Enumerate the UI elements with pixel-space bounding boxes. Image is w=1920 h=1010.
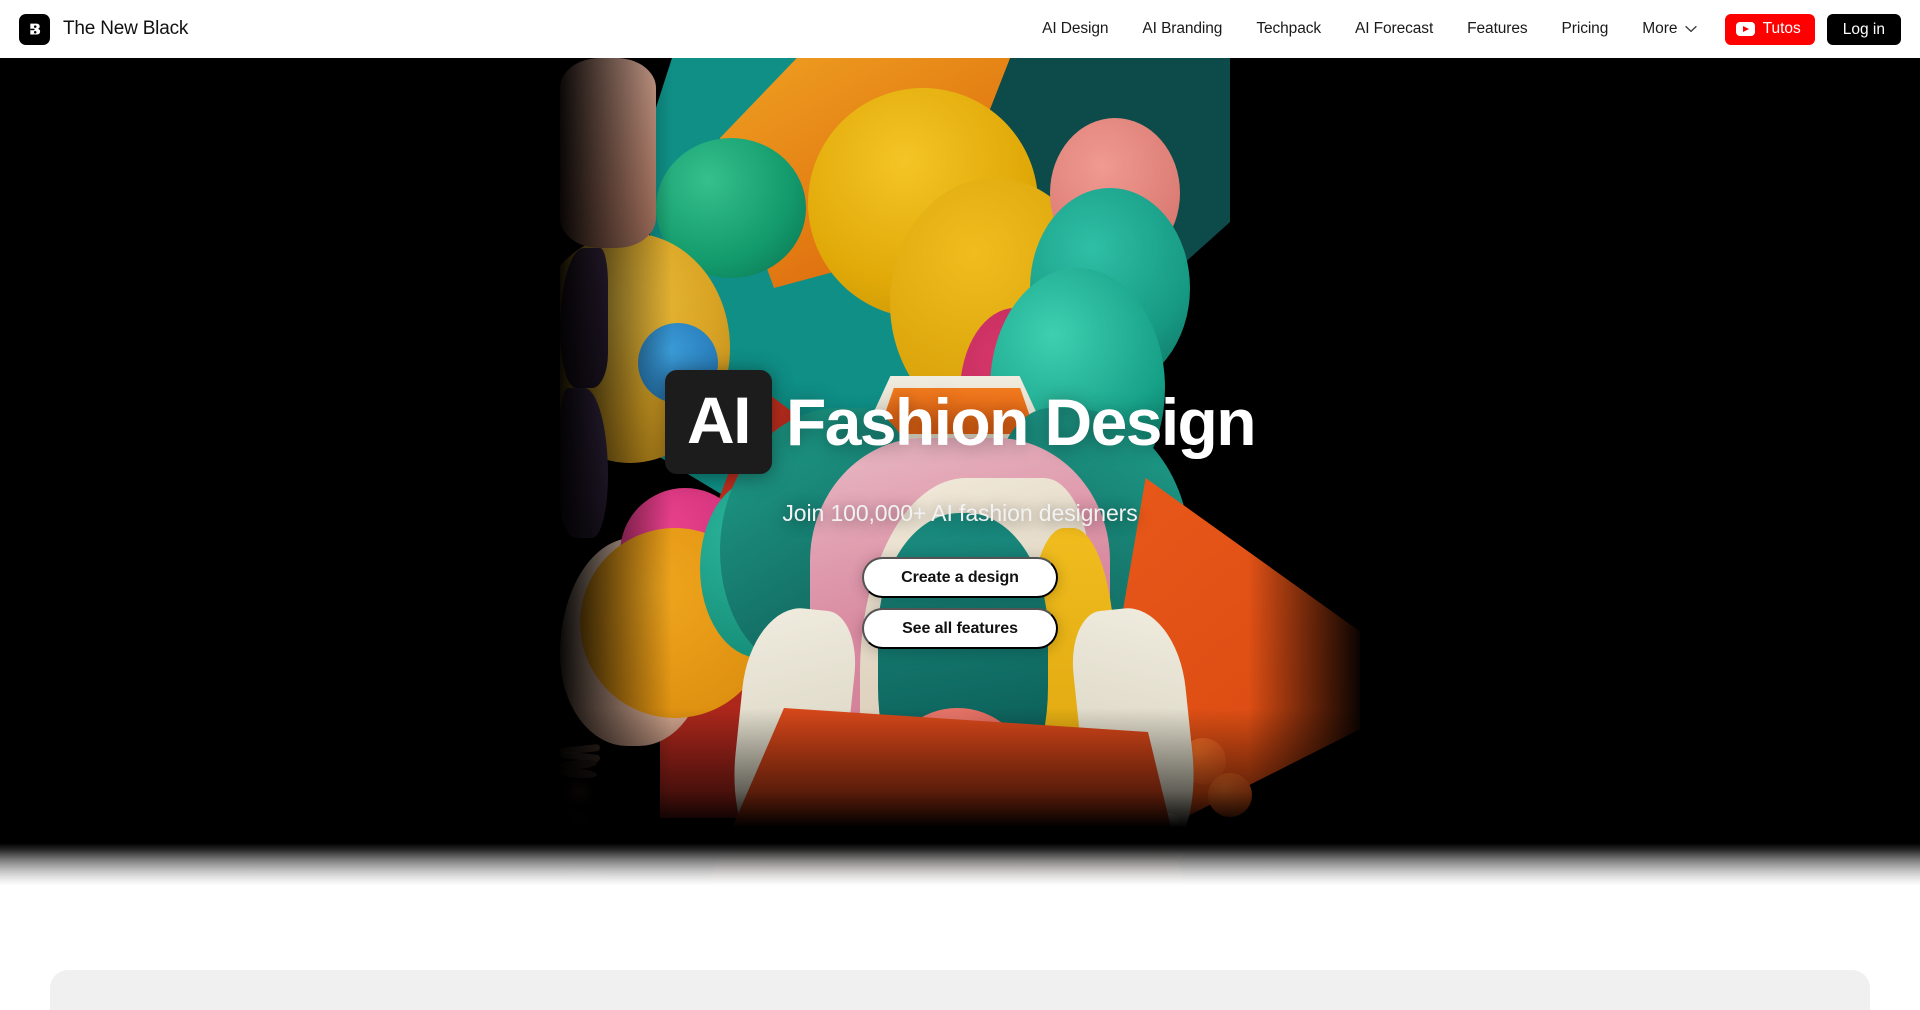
site-header: The New Black AI Design AI Branding Tech… [0,0,1920,58]
next-section-panel [50,970,1870,1010]
chevron-down-icon [1684,25,1697,33]
nav-item-more[interactable]: More [1625,14,1710,44]
hero-headline-text: Fashion Design [786,385,1257,459]
tutos-button-label: Tutos [1762,20,1801,37]
nav-item-techpack[interactable]: Techpack [1239,14,1338,44]
the-new-black-logo-icon [19,13,50,45]
below-hero-section [0,938,1920,1010]
login-button[interactable]: Log in [1826,13,1901,45]
nav-item-ai-branding[interactable]: AI Branding [1125,14,1239,44]
nav-more-label: More [1642,20,1678,37]
hero-headline-badge: AI [665,370,772,474]
create-a-design-button[interactable]: Create a design [862,557,1058,598]
hero-headline: AI Fashion Design [665,370,1257,474]
youtube-play-icon [1735,22,1755,36]
main-navigation: AI Design AI Branding Techpack AI Foreca… [1025,13,1920,45]
nav-item-ai-design[interactable]: AI Design [1025,14,1125,44]
hero-subheadline: Join 100,000+ AI fashion designers [782,500,1138,526]
see-all-features-button[interactable]: See all features [862,608,1058,649]
nav-item-pricing[interactable]: Pricing [1545,14,1626,44]
hero-background-artwork [560,58,1360,938]
hero-section: AI Fashion Design Join 100,000+ AI fashi… [0,58,1920,938]
nav-item-features[interactable]: Features [1450,14,1544,44]
brand-logo[interactable]: The New Black [19,13,189,45]
hero-cta-group: Create a design See all features [862,557,1058,649]
tutos-button[interactable]: Tutos [1724,13,1815,45]
brand-name: The New Black [63,18,189,39]
nav-item-ai-forecast[interactable]: AI Forecast [1338,14,1450,44]
